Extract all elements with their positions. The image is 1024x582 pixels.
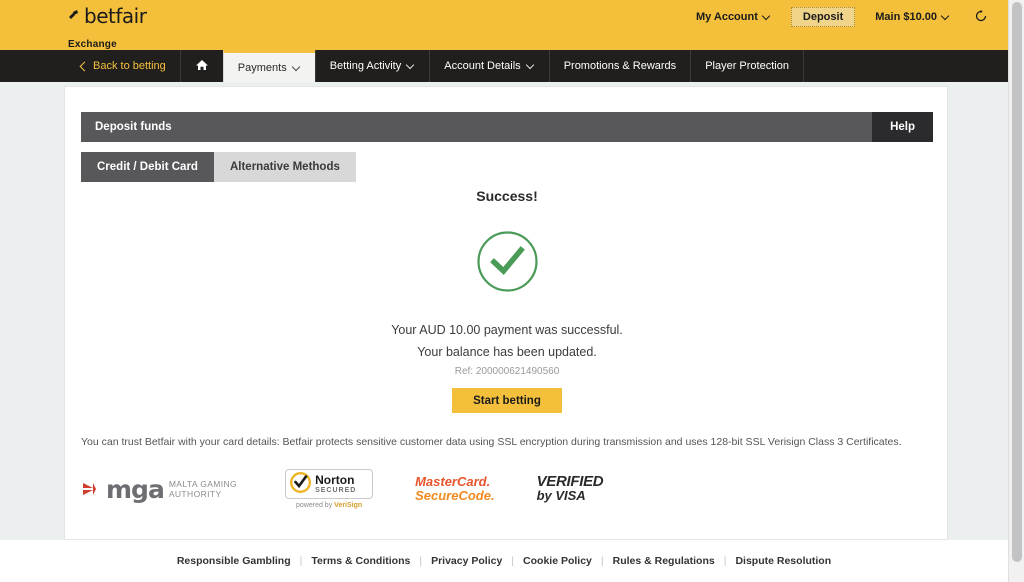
home-icon bbox=[195, 59, 209, 74]
verified-by-visa-line2: by VISA bbox=[536, 488, 586, 503]
page-footer: Responsible Gambling | Terms & Condition… bbox=[0, 540, 1008, 582]
tab-alternative-methods[interactable]: Alternative Methods bbox=[213, 152, 356, 182]
chevron-down-icon bbox=[527, 62, 535, 70]
nav-item-payments[interactable]: Payments bbox=[222, 50, 316, 82]
success-check-circle bbox=[65, 230, 949, 296]
mga-logo: mga MALTA GAMING AUTHORITY bbox=[81, 477, 237, 502]
panel-header: Deposit funds Help bbox=[81, 112, 933, 142]
exchange-label: Exchange bbox=[68, 39, 117, 50]
nav-item-payments-label: Payments bbox=[237, 61, 287, 74]
transaction-reference: Ref: 200000621490560 bbox=[454, 366, 560, 377]
norton-secured-label: SECURED bbox=[315, 486, 357, 494]
header-actions: My Account Deposit Main $10.00 bbox=[688, 6, 988, 28]
chevron-down-icon bbox=[293, 64, 301, 72]
check-circle-icon bbox=[476, 230, 539, 296]
nav-item-account-details[interactable]: Account Details bbox=[429, 50, 550, 82]
powered-by-text: powered by bbox=[296, 502, 335, 509]
verisign-brand: VeriSign bbox=[334, 502, 363, 509]
betfair-wordmark: betfair bbox=[84, 4, 147, 28]
balance-menu[interactable]: Main $10.00 bbox=[867, 7, 958, 27]
footer-links: Responsible Gambling | Terms & Condition… bbox=[168, 555, 840, 567]
betfair-logo[interactable]: betfair bbox=[68, 4, 147, 28]
mga-wordmark: mga bbox=[106, 474, 165, 504]
chevron-down-icon bbox=[407, 62, 415, 70]
deposit-card: Deposit funds Help Credit / Debit Card A… bbox=[64, 86, 948, 540]
nav-item-promotions-rewards-label: Promotions & Rewards bbox=[563, 60, 677, 72]
verified-by-visa-logo: VERIFIED by VISA bbox=[536, 473, 604, 503]
my-account-label: My Account bbox=[695, 11, 758, 23]
mga-authority-text: MALTA GAMING AUTHORITY bbox=[169, 479, 237, 499]
mastercard-line2: SecureCode. bbox=[415, 488, 495, 503]
start-betting-wrap: Start betting bbox=[65, 388, 949, 413]
mga-line2: AUTHORITY bbox=[168, 489, 222, 499]
mastercard-line1: MasterCard. bbox=[415, 474, 491, 489]
success-message-line2: Your balance has been updated. bbox=[417, 345, 597, 359]
my-account-menu[interactable]: My Account bbox=[688, 7, 779, 27]
top-header: betfair Exchange My Account Deposit Main… bbox=[0, 0, 1008, 50]
footer-link-cookie-policy[interactable]: Cookie Policy bbox=[514, 555, 601, 567]
deposit-button[interactable]: Deposit bbox=[790, 7, 856, 27]
mastercard-securecode-logo: MasterCard. SecureCode. bbox=[415, 475, 494, 503]
success-title: Success! bbox=[476, 188, 538, 204]
footer-link-terms-conditions[interactable]: Terms & Conditions bbox=[302, 555, 419, 567]
refresh-icon[interactable] bbox=[974, 9, 988, 25]
verified-by-visa-line1: VERIFIED bbox=[536, 473, 604, 490]
nav-item-player-protection-label: Player Protection bbox=[705, 60, 789, 72]
nav-item-promotions-rewards[interactable]: Promotions & Rewards bbox=[548, 50, 692, 82]
footer-link-responsible-gambling[interactable]: Responsible Gambling bbox=[168, 555, 300, 567]
brand-block[interactable]: betfair Exchange bbox=[68, 4, 147, 50]
help-button[interactable]: Help bbox=[872, 112, 933, 142]
mga-line1: MALTA GAMING bbox=[168, 479, 238, 489]
footer-link-rules-regulations[interactable]: Rules & Regulations bbox=[604, 555, 724, 567]
footer-link-privacy-policy[interactable]: Privacy Policy bbox=[422, 555, 511, 567]
mga-arrow-icon bbox=[81, 479, 101, 499]
norton-name: Norton bbox=[315, 472, 355, 487]
chevron-down-icon bbox=[763, 13, 771, 21]
norton-powered-by: powered by VeriSign bbox=[285, 502, 373, 509]
nav-item-betting-activity[interactable]: Betting Activity bbox=[314, 50, 431, 82]
chevron-down-icon bbox=[942, 13, 950, 21]
nav-item-home[interactable] bbox=[179, 50, 224, 82]
norton-badge: Norton SECURED bbox=[285, 469, 374, 499]
success-message-line1: Your AUD 10.00 payment was successful. bbox=[391, 323, 623, 337]
vertical-scrollbar[interactable] bbox=[1008, 0, 1024, 582]
panel-title: Deposit funds bbox=[95, 121, 172, 133]
nav-item-betting-activity-label: Betting Activity bbox=[329, 60, 402, 72]
nav-left-spacer bbox=[0, 50, 68, 82]
payment-method-tabs: Credit / Debit Card Alternative Methods bbox=[81, 152, 356, 182]
balance-label: Main $10.00 bbox=[875, 11, 937, 23]
betfair-mark-icon bbox=[68, 9, 82, 23]
footer-link-dispute-resolution[interactable]: Dispute Resolution bbox=[726, 555, 840, 567]
nav-item-player-protection[interactable]: Player Protection bbox=[690, 50, 804, 82]
nav-item-account-details-label: Account Details bbox=[444, 60, 521, 72]
tab-credit-debit-card[interactable]: Credit / Debit Card bbox=[81, 152, 214, 182]
chevron-left-icon bbox=[79, 61, 90, 71]
norton-check-icon bbox=[290, 471, 312, 496]
back-to-betting-label: Back to betting bbox=[93, 60, 166, 72]
trust-logos-row: mga MALTA GAMING AUTHORITY Norton SECURE… bbox=[81, 459, 604, 519]
norton-secured-logo: Norton SECURED powered by VeriSign bbox=[285, 469, 374, 509]
security-trust-text: You can trust Betfair with your card det… bbox=[81, 436, 902, 448]
main-navigation: Back to betting Payments Betting Activit… bbox=[0, 50, 1008, 82]
start-betting-button[interactable]: Start betting bbox=[452, 388, 562, 413]
scrollbar-thumb[interactable] bbox=[1012, 2, 1022, 562]
back-to-betting-link[interactable]: Back to betting bbox=[67, 50, 181, 82]
